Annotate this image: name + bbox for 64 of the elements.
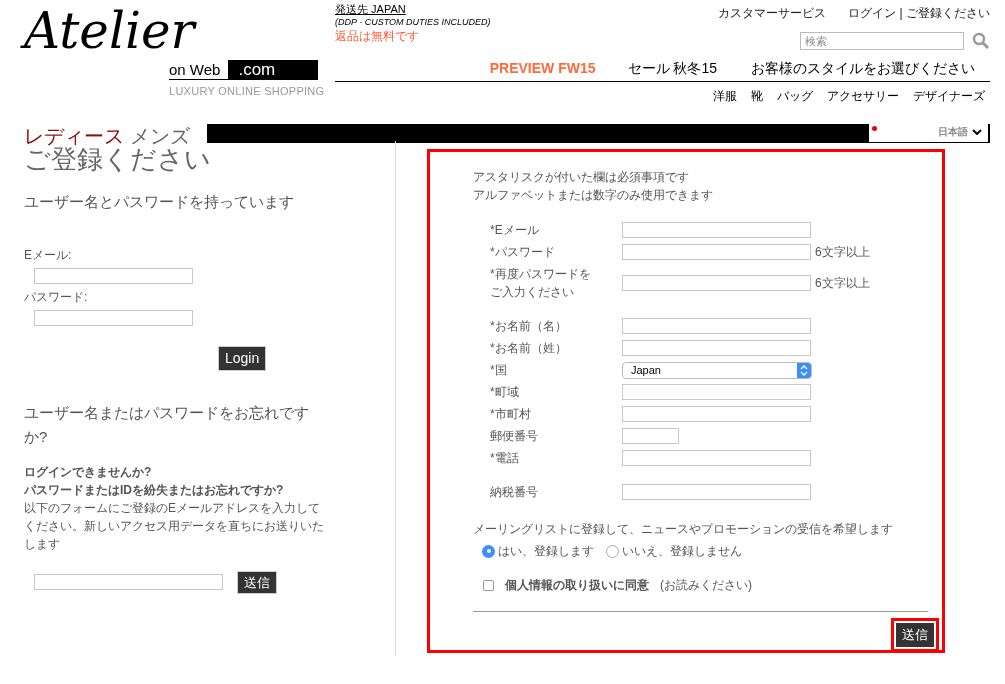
category-link[interactable]: 靴 (751, 87, 763, 105)
field-label: *市町村 (490, 406, 532, 423)
shipping-destination[interactable]: 発送先 JAPAN (335, 2, 491, 16)
field-label: Eメール: (24, 246, 73, 264)
main-nav-link[interactable]: お客様のスタイルをお選びください (751, 58, 975, 79)
field-label: *お名前（名） (490, 318, 568, 335)
logo-tagline: LUXURY ONLINE SHOPPING (169, 84, 325, 99)
category-link[interactable]: バッグ (777, 87, 813, 105)
field-label: *電話 (490, 450, 520, 467)
header-link[interactable]: カスタマーサービス (718, 4, 827, 22)
form-note: アスタリスクが付いた欄は必須事項です (473, 169, 690, 186)
field-label: *国 (490, 362, 508, 379)
duties-note: (DDP - CUSTOM DUTIES INCLUDED) (335, 16, 491, 29)
returns-note: 返品は無料です (335, 29, 420, 43)
field-label: パスワード: (24, 288, 89, 306)
field-label: *Eメール (490, 222, 540, 239)
email-field[interactable] (34, 574, 223, 591)
instructions-text: 以下のフォームにご登録のEメールアドレスを入力してください。新しいアクセス用データを直ちにお送りいたします (24, 499, 325, 553)
field-label: 郵便番号 (490, 428, 539, 445)
text-field[interactable] (622, 428, 679, 444)
country-select[interactable]: Japan (622, 361, 812, 379)
radio-option[interactable]: はい、登録します (482, 542, 594, 560)
main-nav-link[interactable]: セール 秋冬15 (627, 58, 717, 79)
form-note: アルファベットまたは数字のみ使用できます (473, 187, 714, 204)
field-label: *町域 (490, 384, 520, 401)
radio-option[interactable]: いいえ、登録しません (606, 542, 742, 560)
text-field[interactable] (622, 318, 811, 334)
text-field[interactable] (34, 267, 193, 284)
consent-checkbox[interactable] (483, 579, 494, 591)
text-field[interactable] (622, 384, 811, 400)
consent-note[interactable]: (お読みください) (660, 576, 752, 594)
help-text: パスワードまたはIDを紛失またはお忘れですか? (24, 481, 285, 499)
field-hint: 6文字以上 (815, 275, 870, 292)
field-label: *再度パスワードをご入力ください (490, 266, 592, 301)
search-icon[interactable] (972, 32, 990, 50)
category-link[interactable]: デザイナーズ (913, 87, 985, 105)
help-text: ログインできませんか? (24, 463, 153, 481)
stepper-icon (797, 362, 811, 378)
category-link[interactable]: 洋服 (713, 87, 737, 105)
send-button[interactable]: 送信 (237, 570, 277, 594)
field-label: *パスワード (490, 244, 556, 261)
text-field[interactable] (622, 406, 811, 422)
text-field[interactable] (34, 309, 193, 326)
language-selector[interactable]: 日本語 (869, 124, 989, 142)
submit-button[interactable]: 送信 (896, 623, 934, 647)
text-field[interactable] (622, 222, 811, 238)
text-field[interactable] (622, 340, 811, 356)
text-field[interactable] (622, 450, 811, 466)
search-field[interactable]: 検索 (800, 32, 964, 50)
section-heading: ユーザー名とパスワードを持っています (24, 192, 295, 212)
text-field[interactable] (622, 275, 811, 291)
field-hint: 6文字以上 (815, 244, 870, 261)
login-button[interactable]: Login (218, 345, 267, 371)
mailing-question: メーリングリストに登録して、ニュースやプロモーションの受信を希望します (473, 521, 894, 538)
logo-domain[interactable]: .com (228, 60, 319, 80)
text-field[interactable] (622, 244, 811, 260)
header-link[interactable]: ログイン | ご登録ください (848, 4, 990, 22)
text-field[interactable] (622, 484, 811, 500)
consent-label[interactable]: 個人情報の取り扱いに同意 (505, 576, 649, 594)
field-label: 納税番号 (490, 484, 539, 501)
category-link[interactable]: アクセサリー (827, 87, 899, 105)
section-heading: ユーザー名またはパスワードをお忘れですか? (24, 402, 310, 447)
field-label: *お名前（姓） (490, 340, 568, 357)
chevron-down-icon (972, 128, 982, 135)
